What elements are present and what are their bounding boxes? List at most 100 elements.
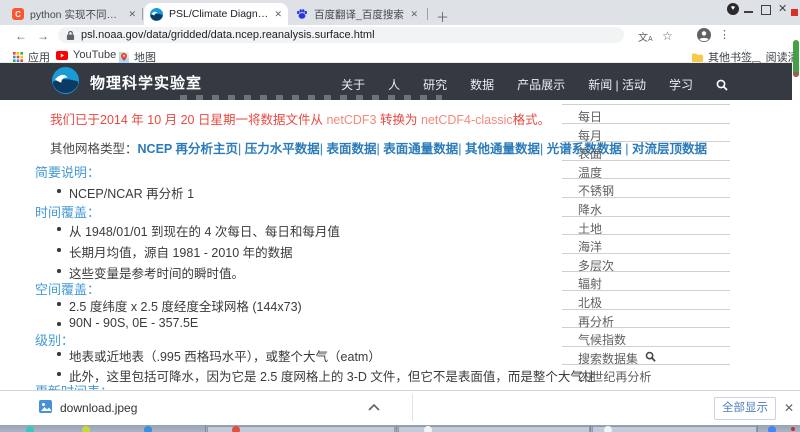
bookmark-youtube[interactable]: YouTube <box>56 49 116 61</box>
section-heading: 简要说明： <box>35 162 100 181</box>
sidebar-item-sst[interactable]: 不锈钢 <box>562 178 730 197</box>
sidebar-label: 降水 <box>578 201 602 218</box>
sidebar-label: 每月 <box>578 127 602 144</box>
sidebar-item-20th-century[interactable]: 20世纪再分析 <box>562 364 730 383</box>
nav-data[interactable]: 数据 <box>470 76 494 93</box>
netcdf4-link[interactable]: netCDF4-classic <box>421 113 513 127</box>
sidebar-item-daily[interactable]: 每日 <box>562 104 730 123</box>
sidebar-label: 20世纪再分析 <box>578 368 651 385</box>
taskbar-app-icon[interactable] <box>232 426 240 432</box>
sidebar-item-temperature[interactable]: 温度 <box>562 160 730 179</box>
menu-dots-icon[interactable]: ⋮ <box>719 28 730 41</box>
dataset-sidebar: 每日 每月 表面 温度 不锈钢 降水 土地 海洋 多层次 辐射 北极 再分析 气… <box>562 104 730 383</box>
sidebar-item-climate-indices[interactable]: 气候指数 <box>562 327 730 346</box>
bullet-item: 90N - 90S, 0E - 357.5E <box>57 316 198 330</box>
nav-products[interactable]: 产品展示 <box>517 76 565 93</box>
notice-text: 格式。 <box>513 113 551 127</box>
sidebar-item-search-datasets[interactable]: 搜索数据集 <box>562 346 730 365</box>
bullet-item: 2.5 度纬度 x 2.5 度经度全球网格 (144x73) <box>57 296 302 315</box>
chevron-up-icon[interactable] <box>368 403 380 411</box>
minimize-button[interactable] <box>744 11 753 13</box>
taskbar-start-icon[interactable] <box>26 426 34 432</box>
taskbar-app-icon[interactable] <box>604 426 612 432</box>
taskbar-app-icon[interactable] <box>424 426 432 432</box>
search-icon <box>645 351 656 362</box>
bullet-item: 从 1948/01/01 到现在的 4 次每日、每日和每月值 <box>57 221 340 240</box>
sidebar-item-monthly[interactable]: 每月 <box>562 123 730 142</box>
grid-link[interactable]: 其他通量数据 <box>465 142 540 156</box>
translate-icon[interactable]: 文A <box>638 29 653 44</box>
sidebar-item-land[interactable]: 土地 <box>562 216 730 235</box>
main-nav: 关于 人 研究 数据 产品展示 新闻 | 活动 学习 <box>341 76 728 93</box>
folder-icon <box>692 53 703 62</box>
search-icon[interactable] <box>716 79 728 91</box>
download-item-divider <box>412 394 413 421</box>
tab-title: python 实现不同分辨率的海洋气 <box>30 7 122 22</box>
nav-about[interactable]: 关于 <box>341 76 365 93</box>
taskbar-app-icon[interactable] <box>144 426 152 432</box>
profile-avatar[interactable] <box>697 28 711 47</box>
download-filename[interactable]: download.jpeg <box>60 401 137 415</box>
sidebar-item-precipitation[interactable]: 降水 <box>562 197 730 216</box>
tab-separator <box>142 8 143 20</box>
section-heading: 时间覆盖： <box>35 202 100 221</box>
sidebar-item-arctic[interactable]: 北极 <box>562 290 730 309</box>
taskbar-app-icon[interactable] <box>82 426 90 432</box>
forward-icon[interactable]: → <box>37 29 49 43</box>
nav-people[interactable]: 人 <box>388 76 400 93</box>
new-tab-button[interactable]: ＋ <box>436 7 449 26</box>
sidebar-label: 土地 <box>578 220 602 237</box>
sidebar-label: 再分析 <box>578 313 614 330</box>
svg-text:C: C <box>15 10 21 19</box>
heart-badge-icon: ♥ <box>727 3 739 15</box>
noaa-logo[interactable] <box>52 67 79 99</box>
tab-close-icon[interactable]: ✕ <box>128 10 136 19</box>
grid-link[interactable]: 表面通量数据 <box>383 142 458 156</box>
grid-link[interactable]: 表面数据 <box>326 142 376 156</box>
link-separator: | <box>320 142 323 156</box>
bookmarks-divider <box>745 49 746 60</box>
nav-learn[interactable]: 学习 <box>669 76 693 93</box>
sidebar-label: 搜索数据集 <box>578 350 638 367</box>
nav-news[interactable]: 新闻 | 活动 <box>588 76 646 93</box>
sidebar-item-radiation[interactable]: 辐射 <box>562 271 730 290</box>
grid-link[interactable]: 压力水平数据 <box>245 142 320 156</box>
back-icon[interactable]: ← <box>15 29 27 43</box>
link-separator: | <box>377 142 380 156</box>
noaa-icon <box>150 8 163 21</box>
taskbar-divider <box>396 425 397 432</box>
tab-title: PSL/Climate Diagnostics Branc <box>169 8 268 20</box>
link-separator: | <box>458 142 461 156</box>
taskbar-divider <box>205 425 206 432</box>
sidebar-item-multilevel[interactable]: 多层次 <box>562 253 730 272</box>
taskbar-task-button[interactable] <box>592 426 757 432</box>
sidebar-label: 多层次 <box>578 257 614 274</box>
taskbar-tray-icon <box>791 427 795 431</box>
taskbar-app-icon[interactable] <box>768 426 776 432</box>
tab-csdn[interactable]: C python 实现不同分辨率的海洋气 ✕ <box>6 3 142 25</box>
sidebar-item-ocean[interactable]: 海洋 <box>562 234 730 253</box>
address-bar[interactable]: psl.noaa.gov/data/gridded/data.ncep.rean… <box>58 27 624 43</box>
red-marker-icon <box>791 9 798 16</box>
tab-close-icon[interactable]: ✕ <box>274 10 282 19</box>
image-file-icon <box>38 399 53 419</box>
sidebar-label: 气候指数 <box>578 331 626 348</box>
link-separator: | <box>540 142 543 156</box>
close-button[interactable]: ✕ <box>778 4 787 14</box>
nav-research[interactable]: 研究 <box>423 76 447 93</box>
tab-baidu[interactable]: 百度翻译_百度搜索 ✕ <box>290 3 424 25</box>
scrollbar-thumb[interactable] <box>793 40 799 77</box>
conversion-notice: 我们已于2014 年 10 月 20 日星期一将数据文件从 netCDF3 转换… <box>50 109 550 128</box>
sidebar-label: 表面 <box>578 145 602 162</box>
netcdf3-link[interactable]: netCDF3 <box>326 113 376 127</box>
sidebar-item-surface[interactable]: 表面 <box>562 141 730 160</box>
sidebar-item-reanalysis[interactable]: 再分析 <box>562 309 730 328</box>
tab-psl[interactable]: PSL/Climate Diagnostics Branc ✕ <box>144 3 288 25</box>
tab-close-icon[interactable]: ✕ <box>410 10 418 19</box>
maximize-button[interactable] <box>761 5 771 15</box>
bookmark-star-icon[interactable]: ☆ <box>662 29 673 43</box>
show-all-button[interactable]: 全部显示 <box>714 397 776 420</box>
download-bar-close-icon[interactable]: ✕ <box>784 401 794 415</box>
grid-link[interactable]: NCEP 再分析主页 <box>138 142 238 156</box>
baidu-icon <box>296 8 308 20</box>
